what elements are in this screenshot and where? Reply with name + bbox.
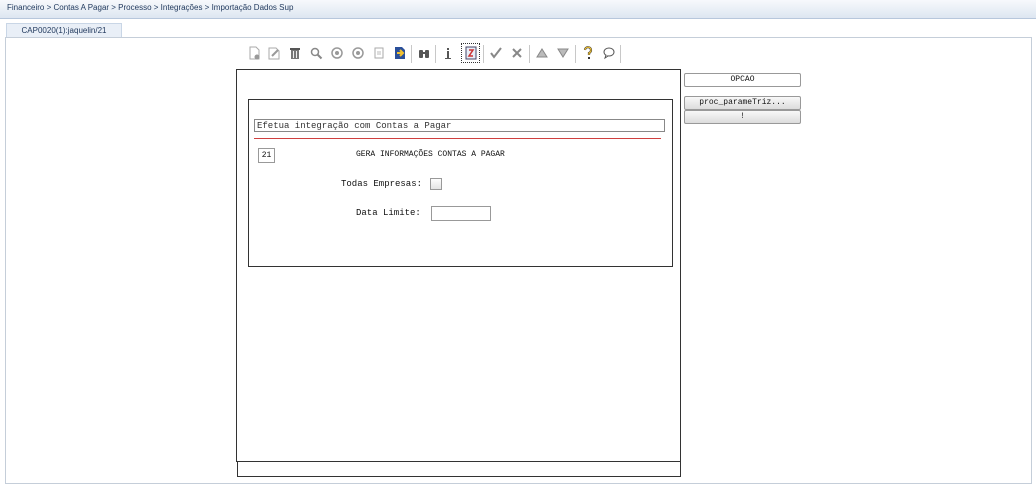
delete-icon[interactable] [286,43,304,63]
new-icon[interactable] [245,43,263,63]
toolbar-separator [411,45,412,63]
toolbar-separator [529,45,530,63]
tab-cap0020[interactable]: CAP0020(1):jaquelin/21 [6,23,122,38]
search-icon[interactable] [307,43,325,63]
toolbar-separator [435,45,436,63]
help-icon[interactable] [579,43,597,63]
find-icon[interactable] [415,43,433,63]
status-bar [237,461,681,477]
todas-empresas-label: Todas Empresas: [341,179,423,189]
down-icon[interactable] [554,43,572,63]
previous-icon[interactable] [328,43,346,63]
exclamation-button[interactable]: ! [684,110,801,124]
tab-bar: CAP0020(1):jaquelin/21 [0,19,1036,38]
breadcrumb: Financeiro > Contas A Pagar > Processo >… [7,3,294,12]
comment-icon[interactable] [600,43,618,63]
divider [254,138,661,139]
edit-icon[interactable] [265,43,283,63]
zoom-icon[interactable] [461,43,480,63]
toolbar-separator [575,45,576,63]
cancel-icon[interactable] [508,43,526,63]
form-title-field: Efetua integração com Contas a Pagar [254,119,665,132]
title-bar: Financeiro > Contas A Pagar > Processo >… [0,0,1036,19]
next-icon[interactable] [349,43,367,63]
navigate-icon[interactable] [391,43,409,63]
confirm-icon[interactable] [487,43,505,63]
info-icon[interactable] [439,43,457,63]
toolbar-separator [620,45,621,63]
program-number: 21 [258,148,275,163]
data-limite-input[interactable] [431,206,491,221]
proc-parametriz-button[interactable]: proc_parameTriz... [684,96,801,110]
todas-empresas-checkbox[interactable] [430,178,442,190]
up-icon[interactable] [533,43,551,63]
toolbar-separator [483,45,484,63]
opcao-button[interactable]: OPCAO [684,73,801,87]
copy-icon[interactable] [370,43,388,63]
form-heading: GERA INFORMAÇÕES CONTAS A PAGAR [356,150,505,159]
data-limite-label: Data Limite: [356,208,421,218]
